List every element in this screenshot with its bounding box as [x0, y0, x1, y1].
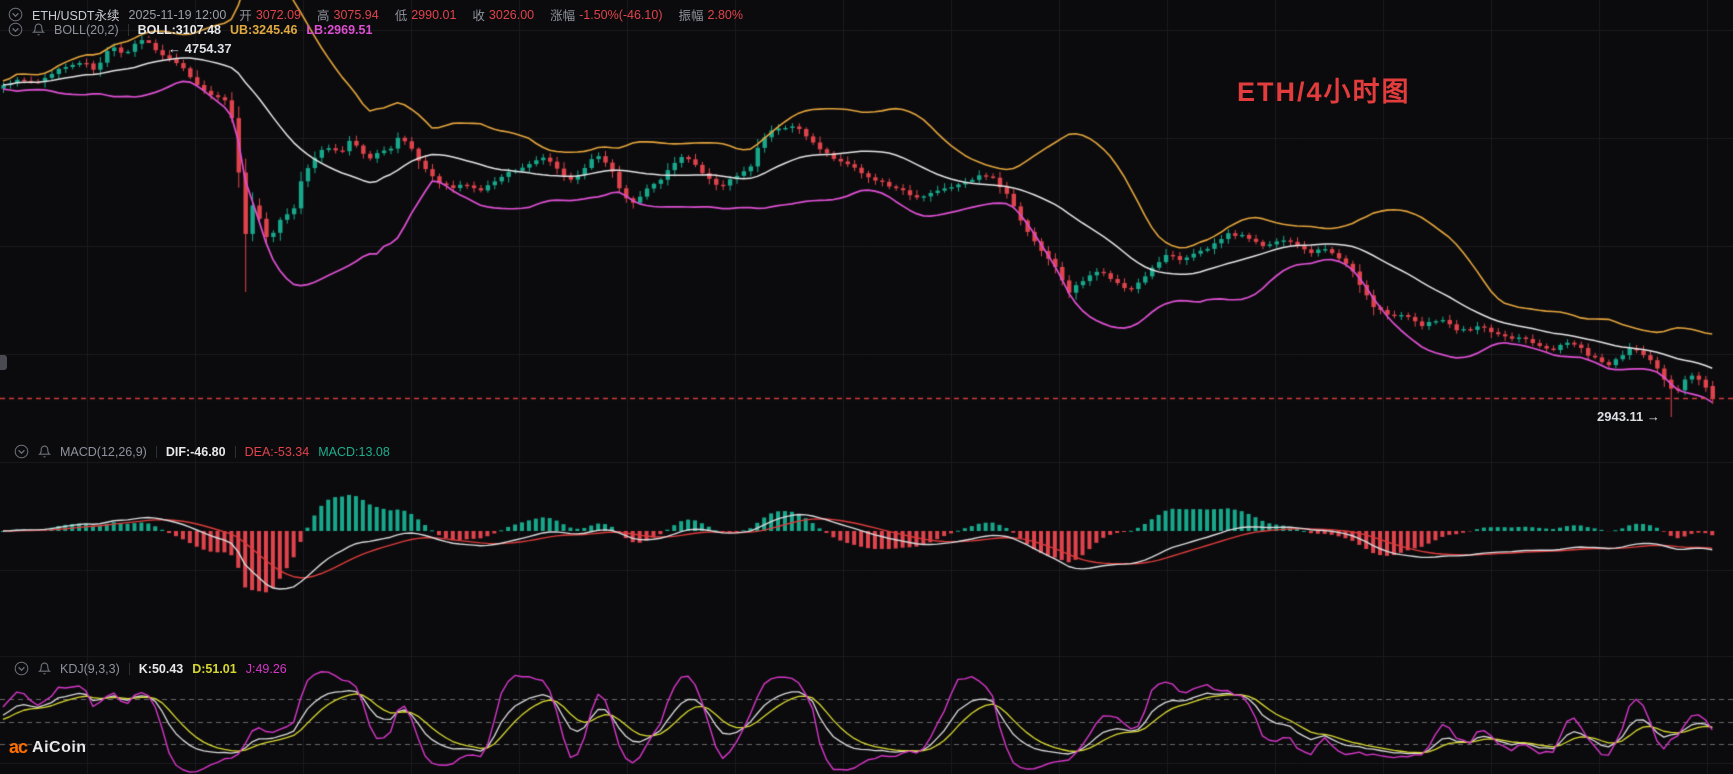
divider: [128, 24, 129, 36]
collapse-chevron-icon[interactable]: [8, 7, 23, 22]
boll-upper-value: UB:3245.46: [230, 23, 297, 37]
macd-dif-value: DIF:-46.80: [166, 445, 226, 459]
alert-bell-icon[interactable]: [38, 662, 51, 675]
aicoin-logo: ac AiCoin: [9, 737, 87, 758]
visible-low-annotation: 2943.11 →: [1597, 409, 1660, 424]
kdj-j-value: J:49.26: [246, 662, 287, 676]
kdj-name[interactable]: KDJ(9,3,3): [60, 662, 120, 676]
left-edge-handle[interactable]: [0, 355, 7, 370]
aicoin-logo-icon: ac: [9, 737, 27, 758]
boll-lower-value: LB:2969.51: [306, 23, 372, 37]
collapse-chevron-icon[interactable]: [8, 22, 23, 37]
kdj-indicator-row: KDJ(9,3,3) K:50.43 D:51.01 J:49.26: [14, 661, 287, 676]
visible-high-annotation: ← 4754.37: [168, 41, 232, 56]
divider: [129, 663, 130, 675]
ohlc-field: 涨幅-1.50%(-46.10): [550, 5, 662, 24]
macd-dea-value: DEA:-53.34: [245, 445, 310, 459]
aicoin-logo-text: AiCoin: [32, 739, 87, 757]
kdj-k-value: K:50.43: [139, 662, 183, 676]
collapse-chevron-icon[interactable]: [14, 661, 29, 676]
kdj-d-value: D:51.01: [192, 662, 236, 676]
divider: [235, 446, 236, 458]
kline-chart-canvas[interactable]: [0, 0, 1733, 774]
ohlc-field: 收3026.00: [472, 5, 534, 24]
macd-name[interactable]: MACD(12,26,9): [60, 445, 147, 459]
trading-chart-window: ETH/USDT永续 2025-11-19 12:00 开3072.09高307…: [0, 0, 1733, 774]
chart-watermark-title: ETH/4小时图: [1237, 70, 1411, 109]
candle-datetime: 2025-11-19 12:00: [129, 8, 227, 22]
macd-indicator-row: MACD(12,26,9) DIF:-46.80 DEA:-53.34 MACD…: [14, 444, 390, 459]
ohlc-field: 振幅2.80%: [679, 5, 743, 24]
collapse-chevron-icon[interactable]: [14, 444, 29, 459]
boll-mid-value: BOLL:3107.48: [138, 23, 221, 37]
divider: [156, 446, 157, 458]
alert-bell-icon[interactable]: [32, 23, 45, 36]
boll-indicator-row: BOLL(20,2) BOLL:3107.48 UB:3245.46 LB:29…: [8, 22, 372, 37]
alert-bell-icon[interactable]: [38, 445, 51, 458]
boll-name[interactable]: BOLL(20,2): [54, 23, 119, 37]
macd-hist-value: MACD:13.08: [318, 445, 390, 459]
ohlc-field: 低2990.01: [395, 5, 457, 24]
